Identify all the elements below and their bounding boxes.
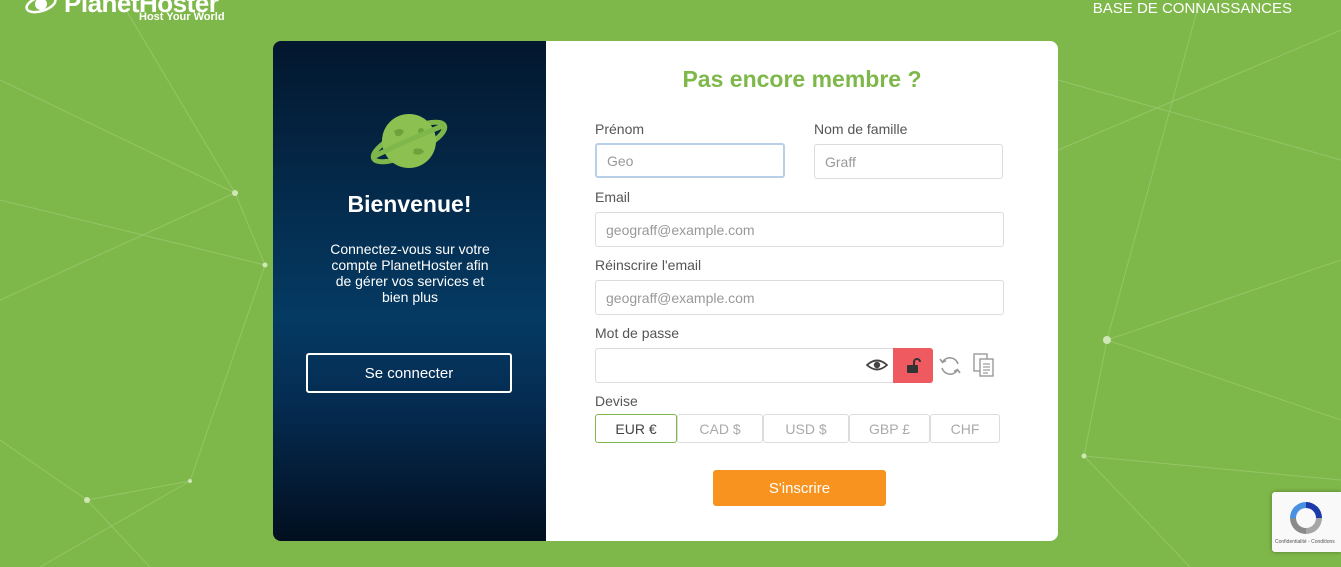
email-confirm-input[interactable] [595, 280, 1004, 315]
signup-button[interactable]: S'inscrire [713, 470, 886, 506]
login-button[interactable]: Se connecter [306, 353, 512, 393]
email-confirm-label: Réinscrire l'email [595, 257, 702, 273]
eye-icon[interactable] [866, 356, 888, 374]
logo-icon [25, 0, 57, 13]
copy-icon[interactable] [972, 352, 996, 378]
email-label: Email [595, 189, 631, 205]
currency-label: Devise [595, 393, 638, 409]
currency-option-chf[interactable]: CHF [930, 414, 1000, 443]
planethoster-logo[interactable]: PlanetHoster Host Your World [24, 0, 225, 23]
password-lock-button[interactable] [893, 348, 933, 383]
currency-option-usd[interactable]: USD $ [763, 414, 849, 443]
last-name-input[interactable] [814, 144, 1003, 179]
email-input[interactable] [595, 212, 1004, 247]
password-label: Mot de passe [595, 325, 680, 341]
unlock-icon [907, 357, 921, 373]
recaptcha-text: Confidentialité - Conditions [1275, 539, 1335, 545]
form-title: Pas encore membre ? [682, 66, 922, 92]
password-input[interactable] [595, 348, 895, 383]
brand-tagline: Host Your World [139, 11, 225, 23]
welcome-text: Connectez-vous sur votre compte PlanetHo… [330, 241, 490, 305]
signup-form: Pas encore membre ? Prénom Nom de famill… [546, 41, 1058, 541]
planet-icon [370, 114, 448, 168]
first-name-input[interactable] [595, 143, 785, 178]
welcome-title: Bienvenue! [347, 191, 472, 217]
signup-card: Bienvenue! Connectez-vous sur votre comp… [273, 41, 1058, 541]
recaptcha-icon [1290, 502, 1322, 534]
currency-option-cad[interactable]: CAD $ [677, 414, 763, 443]
recaptcha-badge[interactable]: Confidentialité - Conditions [1272, 492, 1341, 552]
refresh-icon[interactable] [938, 354, 962, 378]
currency-option-eur[interactable]: EUR € [595, 414, 677, 443]
currency-option-gbp[interactable]: GBP £ [849, 414, 930, 443]
knowledge-base-link[interactable]: BASE DE CONNAISSANCES [1093, 0, 1292, 17]
welcome-panel: Bienvenue! Connectez-vous sur votre comp… [273, 41, 546, 541]
first-name-label: Prénom [595, 121, 645, 137]
last-name-label: Nom de famille [814, 121, 908, 137]
